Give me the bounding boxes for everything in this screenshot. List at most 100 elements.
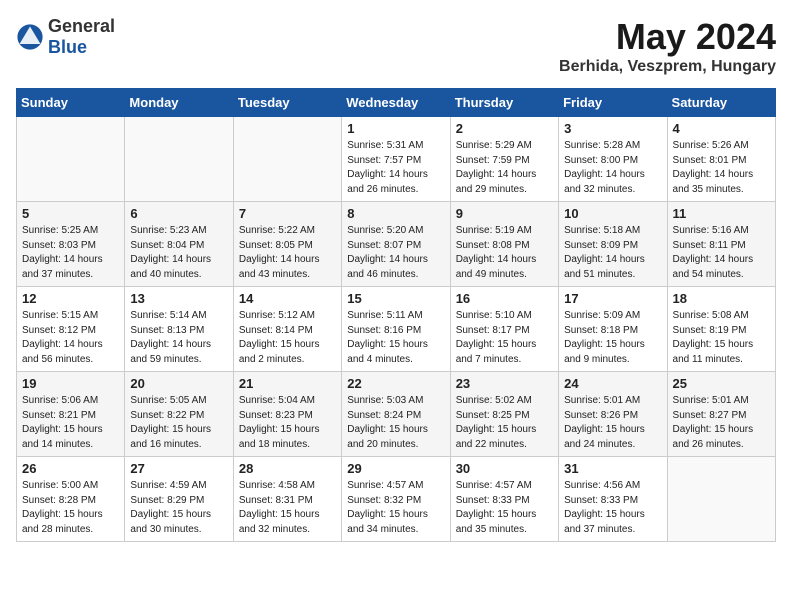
calendar-cell: 31Sunrise: 4:56 AM Sunset: 8:33 PM Dayli…	[559, 457, 667, 542]
day-info: Sunrise: 5:18 AM Sunset: 8:09 PM Dayligh…	[564, 224, 661, 282]
calendar-cell: 6Sunrise: 5:23 AM Sunset: 8:04 PM Daylig…	[125, 202, 233, 287]
day-number: 9	[456, 206, 553, 221]
month-title: May 2024	[559, 16, 776, 58]
calendar-cell: 7 Sunrise: 5:22 AM Sunset: 8:05 PM Daylig…	[233, 202, 341, 287]
logo-blue-text: Blue	[48, 37, 87, 57]
calendar-cell: 26Sunrise: 5:00 AM Sunset: 8:28 PM Dayli…	[17, 457, 125, 542]
weekday-header-cell: Tuesday	[233, 89, 341, 117]
day-number: 17	[564, 291, 661, 306]
calendar-cell: 24Sunrise: 5:01 AM Sunset: 8:26 PM Dayli…	[559, 372, 667, 457]
day-info: Sunrise: 5:25 AM Sunset: 8:03 PM Dayligh…	[22, 224, 119, 282]
day-number: 13	[130, 291, 227, 306]
day-info: Sunrise: 5:06 AM Sunset: 8:21 PM Dayligh…	[22, 394, 119, 452]
weekday-header-cell: Wednesday	[342, 89, 450, 117]
day-number: 10	[564, 206, 661, 221]
day-info: Sunrise: 4:58 AM Sunset: 8:31 PM Dayligh…	[239, 479, 336, 537]
day-info: Sunrise: 5:15 AM Sunset: 8:12 PM Dayligh…	[22, 309, 119, 367]
day-number: 16	[456, 291, 553, 306]
day-info: Sunrise: 5:16 AM Sunset: 8:11 PM Dayligh…	[673, 224, 770, 282]
calendar-cell: 1 Sunrise: 5:31 AM Sunset: 7:57 PM Daylig…	[342, 117, 450, 202]
day-number: 22	[347, 376, 444, 391]
calendar-cell: 29 Sunrise: 4:57 AM Sunset: 8:32 PM Dayli…	[342, 457, 450, 542]
day-number: 14	[239, 291, 336, 306]
calendar-cell: 25Sunrise: 5:01 AM Sunset: 8:27 PM Dayli…	[667, 372, 775, 457]
day-number: 6	[130, 206, 227, 221]
calendar-cell: 3 Sunrise: 5:28 AM Sunset: 8:00 PM Daylig…	[559, 117, 667, 202]
header: General Blue May 2024 Berhida, Veszprem,…	[16, 16, 776, 76]
calendar-cell	[667, 457, 775, 542]
weekday-header-cell: Thursday	[450, 89, 558, 117]
logo: General Blue	[16, 16, 115, 58]
day-number: 25	[673, 376, 770, 391]
day-number: 29	[347, 461, 444, 476]
weekday-header-cell: Monday	[125, 89, 233, 117]
day-number: 11	[673, 206, 770, 221]
calendar-cell: 22 Sunrise: 5:03 AM Sunset: 8:24 PM Dayli…	[342, 372, 450, 457]
day-info: Sunrise: 5:03 AM Sunset: 8:24 PM Dayligh…	[347, 394, 444, 452]
calendar-cell: 23 Sunrise: 5:02 AM Sunset: 8:25 PM Dayli…	[450, 372, 558, 457]
title-area: May 2024 Berhida, Veszprem, Hungary	[559, 16, 776, 76]
calendar-body: 1 Sunrise: 5:31 AM Sunset: 7:57 PM Daylig…	[17, 117, 776, 542]
calendar-cell: 15Sunrise: 5:11 AM Sunset: 8:16 PM Dayli…	[342, 287, 450, 372]
calendar-cell	[17, 117, 125, 202]
calendar-cell: 8Sunrise: 5:20 AM Sunset: 8:07 PM Daylig…	[342, 202, 450, 287]
day-number: 1	[347, 121, 444, 136]
day-number: 15	[347, 291, 444, 306]
day-info: Sunrise: 5:02 AM Sunset: 8:25 PM Dayligh…	[456, 394, 553, 452]
weekday-header-row: SundayMondayTuesdayWednesdayThursdayFrid…	[17, 89, 776, 117]
calendar-week-row: 26Sunrise: 5:00 AM Sunset: 8:28 PM Dayli…	[17, 457, 776, 542]
day-info: Sunrise: 5:08 AM Sunset: 8:19 PM Dayligh…	[673, 309, 770, 367]
calendar-week-row: 1 Sunrise: 5:31 AM Sunset: 7:57 PM Daylig…	[17, 117, 776, 202]
calendar-cell: 19 Sunrise: 5:06 AM Sunset: 8:21 PM Dayli…	[17, 372, 125, 457]
day-info: Sunrise: 5:01 AM Sunset: 8:26 PM Dayligh…	[564, 394, 661, 452]
day-number: 30	[456, 461, 553, 476]
day-info: Sunrise: 4:59 AM Sunset: 8:29 PM Dayligh…	[130, 479, 227, 537]
calendar-cell: 14 Sunrise: 5:12 AM Sunset: 8:14 PM Dayli…	[233, 287, 341, 372]
day-info: Sunrise: 5:19 AM Sunset: 8:08 PM Dayligh…	[456, 224, 553, 282]
calendar-cell: 30 Sunrise: 4:57 AM Sunset: 8:33 PM Dayli…	[450, 457, 558, 542]
day-info: Sunrise: 4:56 AM Sunset: 8:33 PM Dayligh…	[564, 479, 661, 537]
calendar-cell	[233, 117, 341, 202]
calendar-cell: 11 Sunrise: 5:16 AM Sunset: 8:11 PM Dayli…	[667, 202, 775, 287]
calendar-cell: 27Sunrise: 4:59 AM Sunset: 8:29 PM Dayli…	[125, 457, 233, 542]
day-info: Sunrise: 4:57 AM Sunset: 8:33 PM Dayligh…	[456, 479, 553, 537]
day-info: Sunrise: 4:57 AM Sunset: 8:32 PM Dayligh…	[347, 479, 444, 537]
day-info: Sunrise: 5:28 AM Sunset: 8:00 PM Dayligh…	[564, 139, 661, 197]
day-info: Sunrise: 5:00 AM Sunset: 8:28 PM Dayligh…	[22, 479, 119, 537]
calendar-week-row: 12 Sunrise: 5:15 AM Sunset: 8:12 PM Dayli…	[17, 287, 776, 372]
calendar-cell: 21Sunrise: 5:04 AM Sunset: 8:23 PM Dayli…	[233, 372, 341, 457]
day-info: Sunrise: 5:10 AM Sunset: 8:17 PM Dayligh…	[456, 309, 553, 367]
day-info: Sunrise: 5:29 AM Sunset: 7:59 PM Dayligh…	[456, 139, 553, 197]
day-info: Sunrise: 5:26 AM Sunset: 8:01 PM Dayligh…	[673, 139, 770, 197]
day-info: Sunrise: 5:31 AM Sunset: 7:57 PM Dayligh…	[347, 139, 444, 197]
day-number: 4	[673, 121, 770, 136]
day-info: Sunrise: 5:22 AM Sunset: 8:05 PM Dayligh…	[239, 224, 336, 282]
day-number: 18	[673, 291, 770, 306]
day-info: Sunrise: 5:04 AM Sunset: 8:23 PM Dayligh…	[239, 394, 336, 452]
day-number: 8	[347, 206, 444, 221]
day-number: 2	[456, 121, 553, 136]
weekday-header-cell: Sunday	[17, 89, 125, 117]
day-number: 7	[239, 206, 336, 221]
day-number: 20	[130, 376, 227, 391]
calendar-week-row: 5Sunrise: 5:25 AM Sunset: 8:03 PM Daylig…	[17, 202, 776, 287]
weekday-header-cell: Friday	[559, 89, 667, 117]
calendar-cell: 28 Sunrise: 4:58 AM Sunset: 8:31 PM Dayli…	[233, 457, 341, 542]
day-number: 19	[22, 376, 119, 391]
weekday-header-cell: Saturday	[667, 89, 775, 117]
calendar: SundayMondayTuesdayWednesdayThursdayFrid…	[16, 88, 776, 542]
day-number: 23	[456, 376, 553, 391]
calendar-cell: 12 Sunrise: 5:15 AM Sunset: 8:12 PM Dayli…	[17, 287, 125, 372]
day-number: 28	[239, 461, 336, 476]
calendar-cell: 13Sunrise: 5:14 AM Sunset: 8:13 PM Dayli…	[125, 287, 233, 372]
calendar-cell: 16 Sunrise: 5:10 AM Sunset: 8:17 PM Dayli…	[450, 287, 558, 372]
day-number: 12	[22, 291, 119, 306]
calendar-cell: 5Sunrise: 5:25 AM Sunset: 8:03 PM Daylig…	[17, 202, 125, 287]
calendar-cell: 9 Sunrise: 5:19 AM Sunset: 8:08 PM Daylig…	[450, 202, 558, 287]
day-number: 3	[564, 121, 661, 136]
calendar-cell: 4 Sunrise: 5:26 AM Sunset: 8:01 PM Daylig…	[667, 117, 775, 202]
calendar-cell: 2 Sunrise: 5:29 AM Sunset: 7:59 PM Daylig…	[450, 117, 558, 202]
day-info: Sunrise: 5:05 AM Sunset: 8:22 PM Dayligh…	[130, 394, 227, 452]
calendar-cell: 18 Sunrise: 5:08 AM Sunset: 8:19 PM Dayli…	[667, 287, 775, 372]
day-info: Sunrise: 5:12 AM Sunset: 8:14 PM Dayligh…	[239, 309, 336, 367]
